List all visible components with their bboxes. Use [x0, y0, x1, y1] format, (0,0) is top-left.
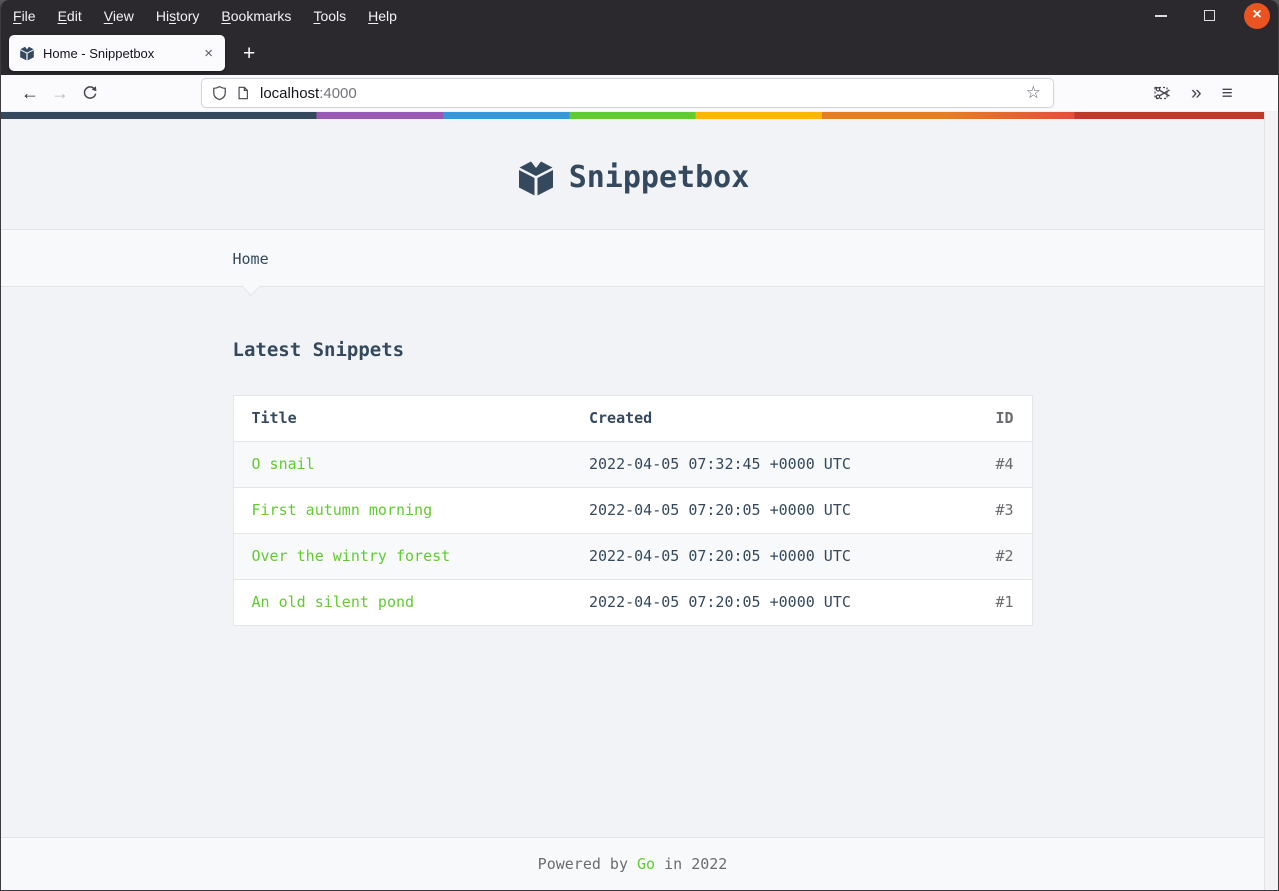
table-header-row: Title Created ID: [233, 396, 1032, 442]
url-bar[interactable]: localhost:4000 ☆: [201, 78, 1054, 108]
snippet-link[interactable]: O snail: [252, 455, 315, 473]
footer-go-link[interactable]: Go: [637, 855, 655, 873]
screenshot-tool-button[interactable]: [1154, 85, 1171, 101]
snippet-id: #1: [995, 593, 1014, 611]
tab-close-icon[interactable]: ×: [200, 45, 217, 62]
forward-button: →: [51, 82, 69, 103]
bookmark-star-icon[interactable]: ☆: [1024, 83, 1043, 103]
menu-tools[interactable]: Tools: [313, 8, 346, 24]
menu-view[interactable]: View: [104, 8, 134, 24]
minimize-button[interactable]: [1148, 3, 1174, 29]
close-button[interactable]: ×: [1244, 2, 1270, 29]
footer-text-prefix: Powered by: [537, 855, 638, 873]
snippet-created: 2022-04-05 07:20:05 +0000 UTC: [589, 547, 851, 565]
snippet-id: #4: [995, 455, 1014, 473]
table-row: O snail 2022-04-05 07:32:45 +0000 UTC #4: [233, 441, 1032, 488]
screenshot-scissors-icon: [1154, 86, 1170, 100]
header-gradient-strip: [1, 112, 1264, 119]
column-header-id: ID: [995, 409, 1014, 427]
site-logo-link[interactable]: Snippetbox: [516, 152, 750, 202]
url-host: localhost: [260, 84, 320, 102]
page-content: Snippetbox Home Latest Snippets Title Cr…: [1, 112, 1264, 890]
nav-item-home[interactable]: Home: [233, 247, 269, 296]
table-row: First autumn morning 2022-04-05 07:20:05…: [233, 488, 1032, 534]
tab-title: Home - Snippetbox: [43, 45, 155, 61]
tab-home-snippetbox[interactable]: Home - Snippetbox ×: [9, 35, 225, 71]
menu-edit[interactable]: Edit: [58, 8, 82, 24]
snippetbox-favicon-icon: [20, 46, 34, 61]
snippet-link[interactable]: Over the wintry forest: [252, 547, 451, 565]
snippet-id: #3: [995, 501, 1014, 519]
site-title: Snippetbox: [568, 159, 750, 195]
maximize-button[interactable]: [1196, 3, 1222, 29]
table-row: Over the wintry forest 2022-04-05 07:20:…: [233, 533, 1032, 580]
menu-file[interactable]: File: [13, 8, 36, 24]
snippet-link[interactable]: An old silent pond: [252, 593, 415, 611]
page-title: Latest Snippets: [232, 339, 405, 361]
url-input[interactable]: localhost:4000: [260, 85, 1024, 102]
back-button[interactable]: ←: [15, 79, 45, 107]
snippet-link[interactable]: First autumn morning: [252, 501, 433, 519]
window-controls: ×: [1148, 2, 1270, 29]
snippet-created: 2022-04-05 07:32:45 +0000 UTC: [589, 455, 851, 473]
menu-bar: File Edit View History Bookmarks Tools H…: [1, 0, 1278, 31]
footer-text-suffix: in 2022: [655, 855, 728, 873]
column-header-created: Created: [589, 409, 653, 427]
overflow-chevron-button[interactable]: »: [1191, 84, 1202, 103]
snippet-created: 2022-04-05 07:20:05 +0000 UTC: [589, 501, 851, 519]
shield-icon[interactable]: [212, 85, 227, 101]
vertical-scrollbar[interactable]: [1264, 112, 1278, 890]
new-tab-button[interactable]: +: [243, 43, 255, 64]
page-info-icon[interactable]: [236, 85, 250, 101]
toolbar-right-icons: » ≡: [1154, 84, 1233, 103]
site-nav: Home: [1, 230, 1264, 296]
main-content: Latest Snippets Title Created ID O snail: [1, 287, 1264, 837]
page-viewport: Snippetbox Home Latest Snippets Title Cr…: [1, 112, 1278, 890]
table-row: An old silent pond 2022-04-05 07:20:05 +…: [233, 580, 1032, 626]
url-port: :4000: [319, 84, 357, 102]
maximize-icon: [1203, 10, 1215, 21]
reload-icon: [83, 86, 97, 99]
hamburger-menu-button[interactable]: ≡: [1222, 84, 1233, 103]
snippet-id: #2: [995, 547, 1014, 565]
snippet-created: 2022-04-05 07:20:05 +0000 UTC: [589, 593, 851, 611]
menu-history[interactable]: History: [156, 8, 200, 24]
snippets-table: Title Created ID O snail 2022-04-05 07:3…: [232, 395, 1033, 626]
site-footer: Powered by Go in 2022: [1, 837, 1264, 890]
tab-bar: Home - Snippetbox × +: [1, 31, 1278, 75]
menu-bookmarks[interactable]: Bookmarks: [221, 8, 291, 24]
close-icon: ×: [1252, 5, 1262, 23]
navigation-toolbar: ← → localhost:4000 ☆ » ≡: [1, 75, 1278, 112]
menu-help[interactable]: Help: [368, 8, 397, 24]
reload-button[interactable]: [75, 79, 105, 107]
minimize-icon: [1155, 14, 1167, 17]
browser-window: File Edit View History Bookmarks Tools H…: [0, 0, 1279, 891]
site-header: Snippetbox: [1, 119, 1264, 230]
snippetbox-logo-icon: [518, 161, 553, 196]
column-header-title: Title: [251, 409, 297, 427]
